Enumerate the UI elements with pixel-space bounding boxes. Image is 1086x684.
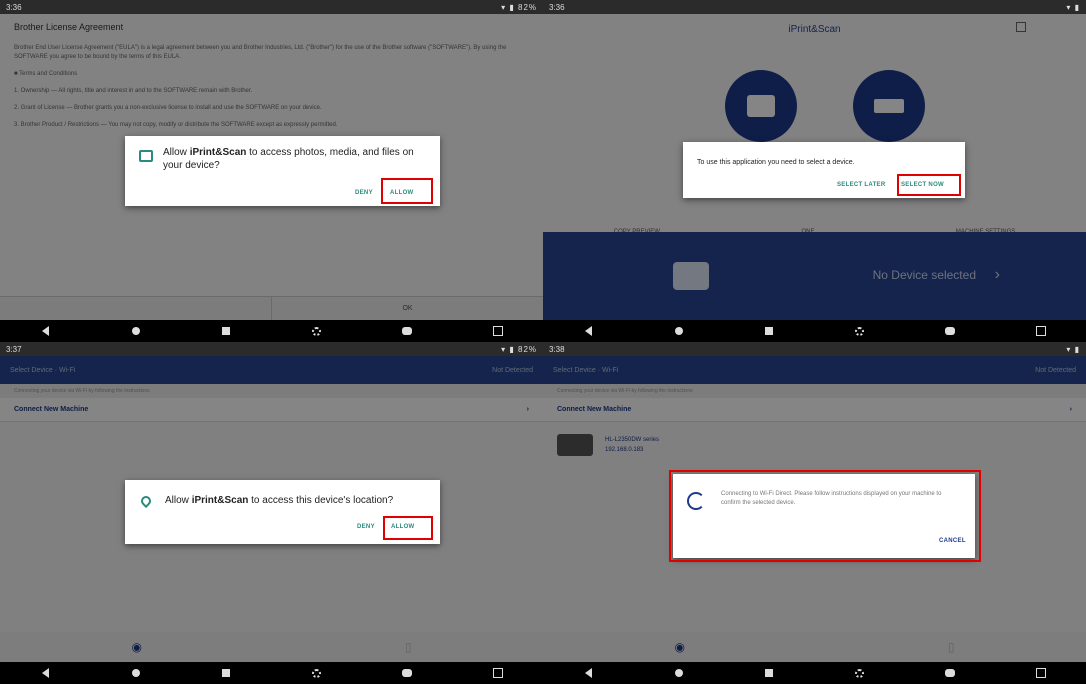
status-icons: ▾ ▮	[1066, 344, 1080, 354]
location-pin-icon	[138, 493, 154, 509]
highlight-box	[897, 174, 961, 196]
panel-license-agreement: 3:36 ▾ ▮ 82% Brother License Agreement B…	[0, 0, 543, 342]
dialog-app-name: iPrint&Scan	[189, 147, 247, 158]
dialog-message: Allow iPrint&Scan to access this device'…	[165, 494, 433, 507]
folder-icon	[139, 150, 153, 162]
screenshot-icon[interactable]	[492, 668, 503, 678]
home-icon[interactable]	[131, 326, 141, 336]
dialog-app-name: iPrint&Scan	[191, 495, 249, 506]
status-icons: ▾ ▮ 82%	[501, 2, 537, 12]
status-time: 3:38	[549, 344, 565, 354]
dialog-text-post: to access this device's location?	[248, 495, 394, 506]
back-icon[interactable]	[583, 326, 593, 336]
settings-icon[interactable]	[312, 668, 322, 678]
status-icons: ▾ ▮ 82%	[501, 344, 537, 354]
status-time: 3:36	[6, 2, 22, 12]
settings-icon[interactable]	[855, 326, 865, 336]
back-icon[interactable]	[40, 326, 50, 336]
camera-icon[interactable]	[945, 668, 956, 678]
dialog-message: Allow iPrint&Scan to access photos, medi…	[163, 146, 428, 172]
nav-bar	[543, 662, 1086, 684]
status-icons: ▾ ▮	[1066, 2, 1080, 12]
dialog-text-pre: Allow	[165, 495, 192, 506]
panel-location-permission: 3:37 ▾ ▮ 82% Select Device · Wi-Fi Not D…	[0, 342, 543, 684]
panel-home-select-device: 3:36 ▾ ▮ iPrint&Scan COPY PREVIEW ONE MA…	[543, 0, 1086, 342]
home-icon[interactable]	[131, 668, 141, 678]
settings-icon[interactable]	[855, 668, 865, 678]
recents-icon[interactable]	[221, 326, 231, 336]
screenshot-icon[interactable]	[492, 326, 503, 336]
status-bar: 3:36 ▾ ▮ 82%	[0, 0, 543, 14]
panel-connecting: 3:38 ▾ ▮ Select Device · Wi-Fi Not Detec…	[543, 342, 1086, 684]
screenshot-icon[interactable]	[1035, 326, 1046, 336]
recents-icon[interactable]	[764, 668, 774, 678]
highlight-box	[383, 516, 433, 540]
nav-bar	[0, 662, 543, 684]
highlight-box	[669, 470, 981, 562]
home-icon[interactable]	[674, 668, 684, 678]
status-bar: 3:38 ▾ ▮	[543, 342, 1086, 356]
back-icon[interactable]	[40, 668, 50, 678]
camera-icon[interactable]	[402, 326, 413, 336]
recents-icon[interactable]	[764, 326, 774, 336]
back-icon[interactable]	[583, 668, 593, 678]
status-time: 3:36	[549, 2, 565, 12]
status-bar: 3:37 ▾ ▮ 82%	[0, 342, 543, 356]
deny-button[interactable]: DENY	[357, 524, 375, 530]
dialog-text-pre: Allow	[163, 147, 190, 158]
highlight-box	[381, 178, 433, 204]
nav-bar	[0, 320, 543, 342]
nav-bar	[543, 320, 1086, 342]
recents-icon[interactable]	[221, 668, 231, 678]
camera-icon[interactable]	[945, 326, 956, 336]
status-time: 3:37	[6, 344, 22, 354]
deny-button[interactable]: DENY	[355, 190, 373, 196]
select-later-button[interactable]: SELECT LATER	[837, 182, 886, 188]
screenshot-icon[interactable]	[1035, 668, 1046, 678]
status-bar: 3:36 ▾ ▮	[543, 0, 1086, 14]
camera-icon[interactable]	[402, 668, 413, 678]
home-icon[interactable]	[674, 326, 684, 336]
settings-icon[interactable]	[312, 326, 322, 336]
dialog-message: To use this application you need to sele…	[697, 159, 855, 166]
